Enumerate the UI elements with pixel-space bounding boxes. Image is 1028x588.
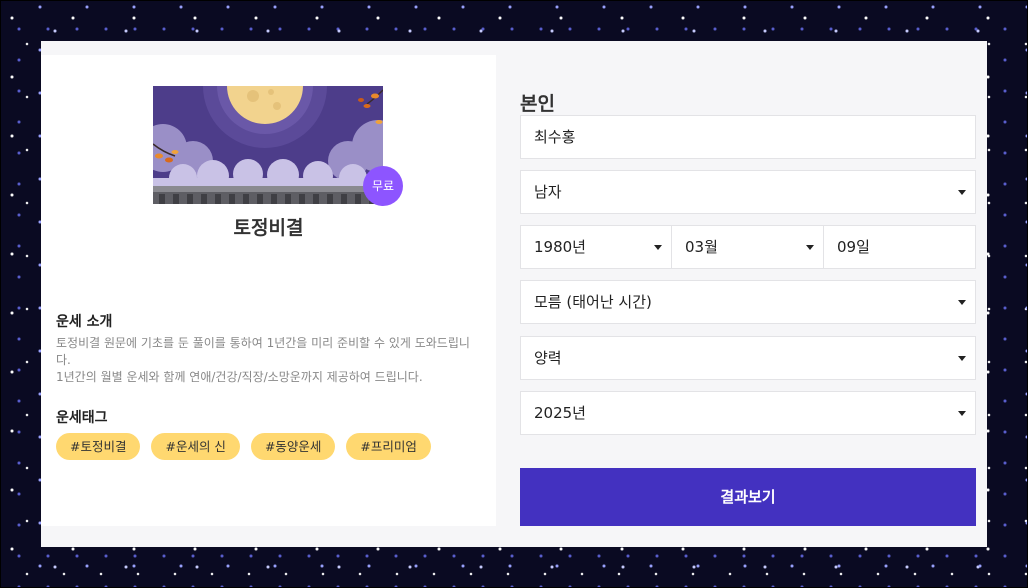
intro-description: 토정비결 원문에 기초를 둔 풀이를 통하여 1년간을 미리 준비할 수 있게 … [56,335,476,386]
gender-select[interactable]: 남자 [520,170,976,214]
tag-chip[interactable]: #운세의 신 [151,433,240,460]
name-input-value: 최수홍 [534,128,576,146]
free-badge: 무료 [363,166,403,206]
birth-day-select[interactable]: 09일 [823,225,976,269]
product-banner-image [153,86,383,204]
dropdown-caret-icon [958,190,966,195]
birth-time-value: 모름 (태어난 시간) [534,293,652,311]
birth-month-value: 03월 [685,238,718,256]
calendar-type-value: 양력 [534,349,562,367]
dropdown-caret-icon [958,300,966,305]
main-panel: 무료 토정비결 운세 소개 토정비결 원문에 기초를 둔 풀이를 통하여 1년간… [41,41,987,547]
form-title: 본인 [520,93,555,115]
intro-line: 1년간의 월별 운세와 함께 연애/건강/직장/소망운까지 제공하여 드립니다. [56,370,423,384]
tag-chip[interactable]: #동양운세 [250,433,336,460]
name-input[interactable]: 최수홍 [520,115,976,159]
birth-month-select[interactable]: 03월 [671,225,824,269]
dropdown-caret-icon [958,356,966,361]
dropdown-caret-icon [654,245,662,250]
dropdown-caret-icon [958,411,966,416]
birth-time-select[interactable]: 모름 (태어난 시간) [520,280,976,324]
target-year-select[interactable]: 2025년 [520,391,976,435]
product-card: 무료 토정비결 운세 소개 토정비결 원문에 기초를 둔 풀이를 통하여 1년간… [41,55,496,526]
birth-year-value: 1980년 [534,238,586,256]
moon-night-illustration [153,86,383,204]
birth-day-value: 09일 [837,238,870,256]
tags-heading: 운세태그 [56,410,108,426]
intro-heading: 운세 소개 [56,314,113,330]
target-year-value: 2025년 [534,404,586,422]
dropdown-caret-icon [806,245,814,250]
view-result-button[interactable]: 결과보기 [520,468,976,526]
tag-chip[interactable]: #토정비결 [56,433,141,460]
birth-year-select[interactable]: 1980년 [520,225,672,269]
tag-chip[interactable]: #프리미엄 [346,433,431,460]
tag-list: #토정비결 #운세의 신 #동양운세 #프리미엄 [56,433,431,460]
calendar-type-select[interactable]: 양력 [520,336,976,380]
product-title: 토정비결 [233,217,304,239]
gender-select-value: 남자 [534,183,562,201]
intro-line: 토정비결 원문에 기초를 둔 풀이를 통하여 1년간을 미리 준비할 수 있게 … [56,336,470,367]
